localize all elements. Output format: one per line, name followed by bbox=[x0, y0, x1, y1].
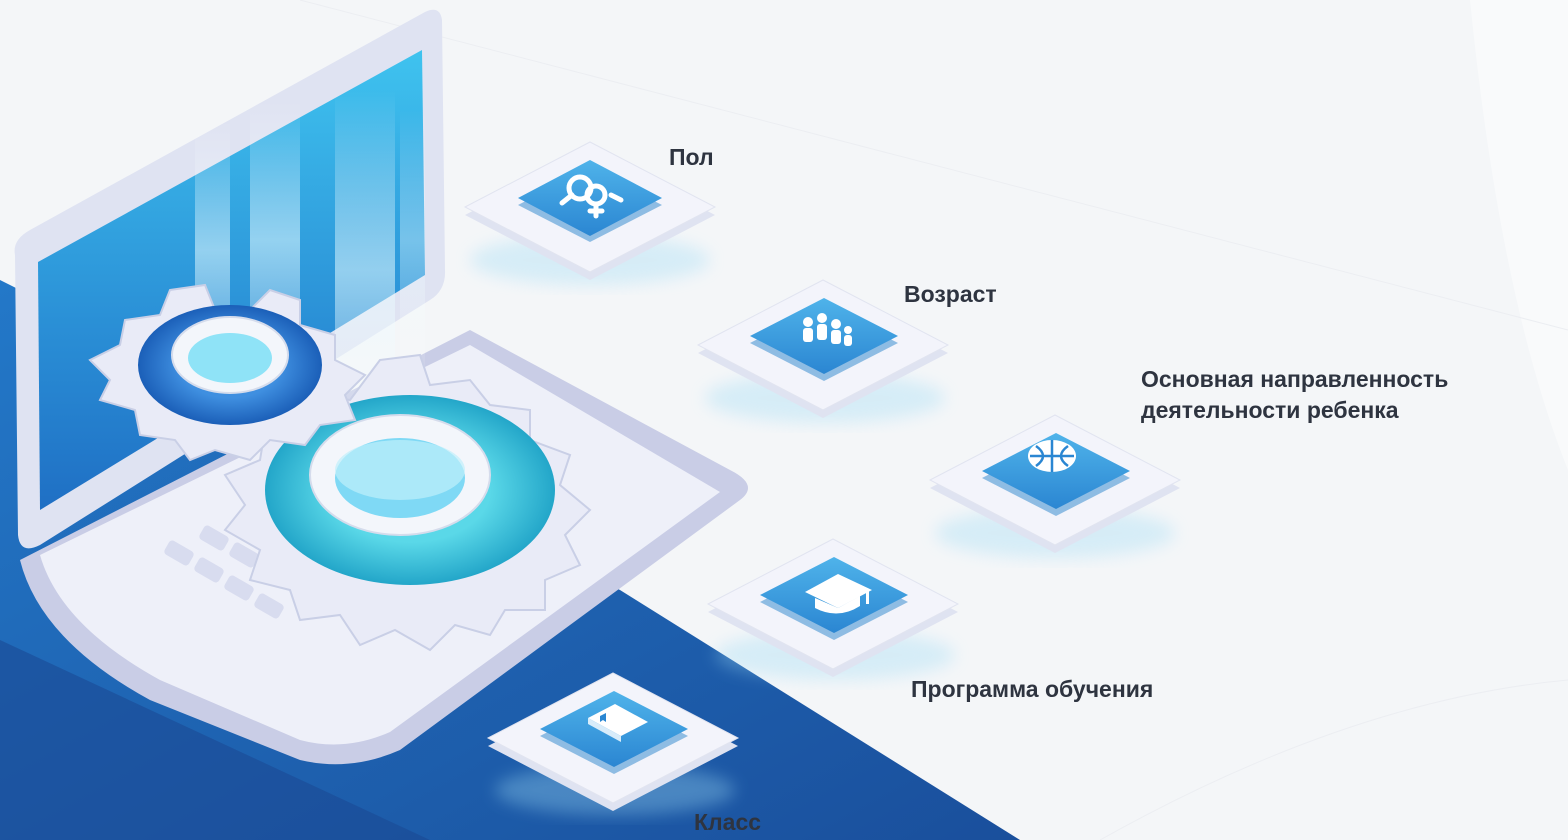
label-grade: Класс bbox=[694, 809, 762, 835]
label-age: Возраст bbox=[904, 281, 997, 307]
basketball-icon bbox=[1028, 440, 1076, 472]
tile-activity[interactable] bbox=[928, 414, 1182, 558]
infographic-canvas: Пол Возраст Основная направленность деят… bbox=[0, 0, 1568, 840]
label-activity-line2: деятельности ребенка bbox=[1141, 397, 1399, 423]
label-activity: Основная направленность деятельности реб… bbox=[1141, 364, 1448, 426]
label-program: Программа обучения bbox=[911, 676, 1154, 702]
tile-program[interactable] bbox=[706, 538, 960, 680]
label-gender: Пол bbox=[669, 144, 714, 170]
label-activity-line1: Основная направленность bbox=[1141, 366, 1449, 392]
